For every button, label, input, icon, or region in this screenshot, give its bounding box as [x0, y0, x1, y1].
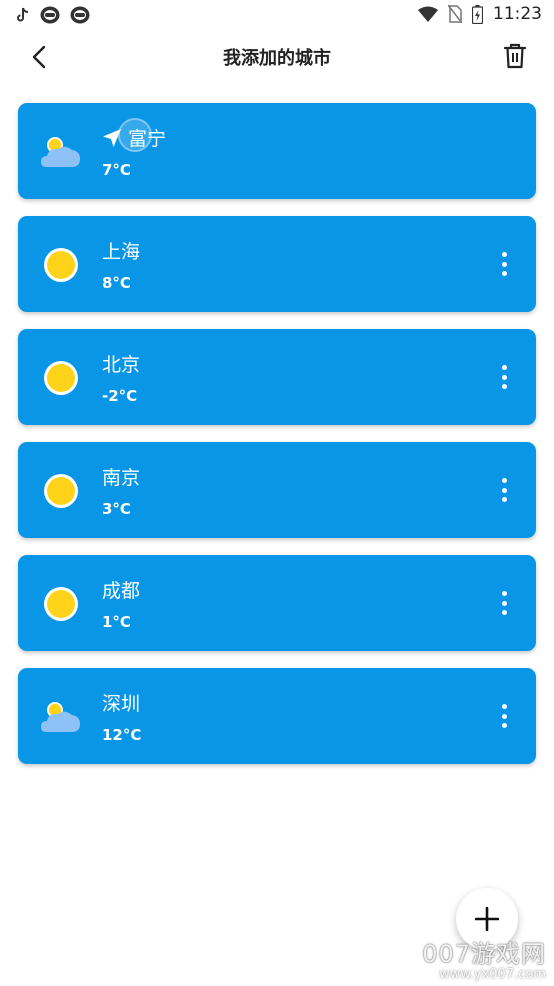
more-options-button[interactable]: [498, 478, 510, 502]
page-title: 我添加的城市: [223, 48, 331, 69]
app-icon: [70, 6, 90, 24]
sunny-icon: [44, 587, 78, 621]
sunny-icon: [44, 248, 78, 282]
wifi-icon: [418, 6, 438, 22]
city-temperature: 3°C: [102, 500, 131, 518]
trash-icon: [503, 43, 527, 69]
city-name-row: 北京: [102, 350, 140, 377]
city-name: 深圳: [102, 693, 141, 715]
no-sim-icon: [448, 5, 462, 23]
city-temperature: 8°C: [102, 274, 131, 292]
city-list: 富宁 7°C 上海 8°C 北京 -2°C 南京 3°C 成都 1°C 深圳 1…: [18, 103, 536, 781]
city-name: 上海: [102, 241, 141, 263]
more-vert-icon: [501, 252, 507, 257]
city-card[interactable]: 深圳 12°C: [18, 668, 536, 764]
city-name-row: 深圳: [102, 689, 140, 716]
status-time: 11:23: [493, 4, 542, 24]
battery-icon: [472, 4, 483, 24]
tiktok-icon: [17, 7, 29, 22]
watermark: 007游戏网 www.yx007.com: [422, 941, 546, 982]
city-name: 南京: [102, 467, 141, 489]
more-options-button[interactable]: [498, 591, 510, 615]
city-name: 成都: [102, 580, 141, 602]
app-bar: 我添加的城市: [0, 30, 554, 86]
more-options-button[interactable]: [498, 252, 510, 276]
plus-icon: [475, 907, 499, 931]
more-options-button[interactable]: [498, 365, 510, 389]
app-icon: [40, 6, 60, 24]
status-bar-system: 11:23: [418, 4, 542, 24]
partly-cloudy-icon: [41, 137, 80, 167]
city-name-row: 成都: [102, 576, 140, 603]
city-name-row: 上海: [102, 237, 140, 264]
city-name: 富宁: [128, 128, 167, 150]
more-options-button[interactable]: [498, 704, 510, 728]
delete-button[interactable]: [500, 40, 530, 72]
city-card[interactable]: 北京 -2°C: [18, 329, 536, 425]
more-vert-icon: [501, 365, 507, 370]
city-name: 北京: [102, 354, 141, 376]
city-card[interactable]: 南京 3°C: [18, 442, 536, 538]
city-name-row: 富宁: [102, 124, 166, 151]
city-card[interactable]: 成都 1°C: [18, 555, 536, 651]
city-temperature: 1°C: [102, 613, 131, 631]
watermark-url: www.yx007.com: [439, 967, 546, 982]
status-bar-notifications: [16, 6, 90, 24]
sunny-icon: [44, 361, 78, 395]
city-temperature: 7°C: [102, 161, 131, 179]
more-vert-icon: [501, 478, 507, 483]
city-card[interactable]: 上海 8°C: [18, 216, 536, 312]
more-vert-icon: [501, 591, 507, 596]
watermark-text: 007游戏网: [422, 940, 546, 968]
city-temperature: -2°C: [102, 387, 138, 405]
more-vert-icon: [501, 704, 507, 709]
partly-cloudy-icon: [41, 702, 80, 732]
location-arrow-icon: [103, 128, 121, 147]
sunny-icon: [44, 474, 78, 508]
city-name-row: 南京: [102, 463, 140, 490]
status-bar: 11:23: [0, 0, 554, 30]
city-card-current-location[interactable]: 富宁 7°C: [18, 103, 536, 199]
city-temperature: 12°C: [102, 726, 142, 744]
